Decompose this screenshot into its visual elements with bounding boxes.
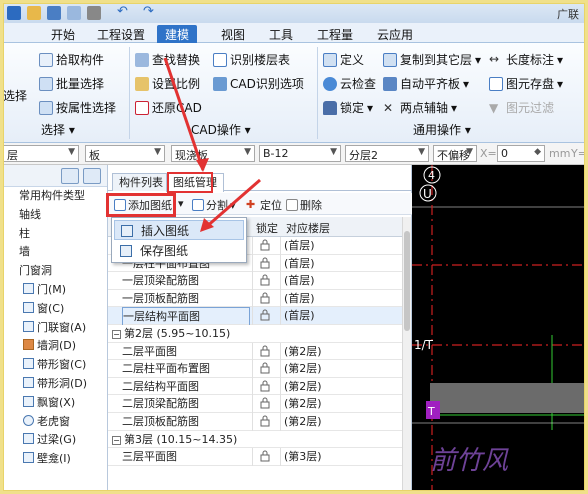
annotation-arrow [163, 57, 205, 171]
watermark-text: 前竹风 [430, 446, 509, 476]
annotation-arrow [204, 178, 261, 230]
annotation-arrowhead [196, 158, 209, 172]
annotation-arrows [163, 57, 261, 232]
